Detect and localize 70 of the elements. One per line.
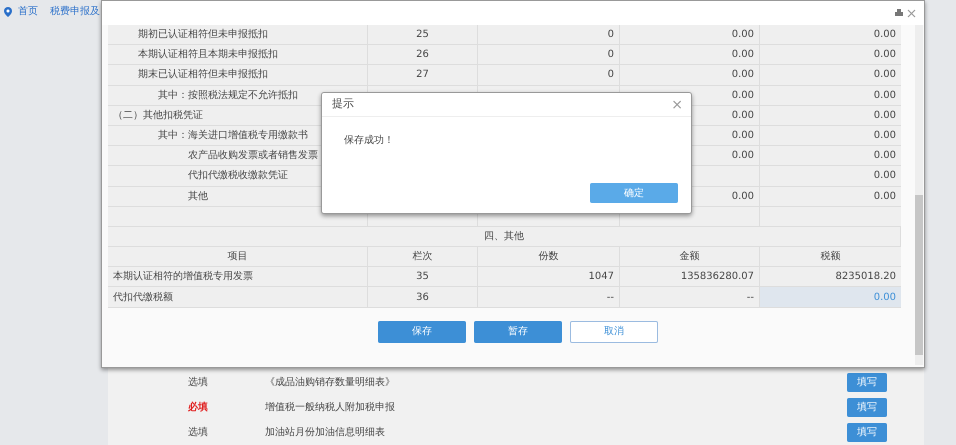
fill-button[interactable]: 填写 <box>847 398 887 417</box>
table-cell-text: 27 <box>416 68 429 82</box>
table-cell-text: 0.00 <box>874 149 896 164</box>
table-cell-text: 35 <box>416 270 429 284</box>
requirement-label: 必填 <box>187 400 209 415</box>
table-cell-text: 0.00 <box>732 68 754 82</box>
scrollbar[interactable] <box>915 25 923 365</box>
table-cell-text: 0.00 <box>732 48 754 62</box>
form-name: 增值税一般纳税人附加税申报 <box>265 400 396 415</box>
column-header: 栏次 <box>412 250 432 264</box>
table-cell-text: 0.00 <box>874 190 896 204</box>
table-cell-text: 1047 <box>588 270 614 284</box>
row-label: 代扣代缴税额 <box>113 290 173 305</box>
table-cell-text: 0.00 <box>874 169 896 184</box>
table-cell-text: 0.00 <box>732 88 754 103</box>
table-cell-text: 0.00 <box>732 108 754 123</box>
table-cell-text: 0.00 <box>732 28 754 42</box>
save-button[interactable]: 保存 <box>378 320 466 343</box>
table-cell-text: 0 <box>608 68 614 82</box>
location-icon <box>4 6 12 16</box>
table-cell-text: 0.00 <box>874 68 896 82</box>
table-cell-text: 0 <box>608 48 614 62</box>
column-header: 份数 <box>538 250 558 264</box>
column-header: 金额 <box>680 250 700 264</box>
table-cell-text: 135836280.07 <box>680 270 754 284</box>
confirm-button[interactable]: 确定 <box>590 183 678 203</box>
fill-button[interactable]: 填写 <box>847 373 887 392</box>
row-label: 其中：海关进口增值税专用缴款书 <box>158 128 308 144</box>
table-cell-text: 8235018.20 <box>836 270 896 284</box>
column-header: 税额 <box>820 250 840 264</box>
table-cell-text: 0.00 <box>732 190 754 204</box>
table-cell-text: 26 <box>416 48 429 62</box>
cancel-button[interactable]: 取消 <box>570 320 658 343</box>
close-icon[interactable] <box>907 8 916 18</box>
table-cell-text: 0.00 <box>732 149 754 164</box>
form-name: 《成品油购销存数量明细表》 <box>265 376 396 390</box>
requirement-label: 选填 <box>187 426 209 440</box>
table-cell-text: 0 <box>608 28 614 42</box>
row-label: 期初已认证相符但未申报抵扣 <box>138 28 268 42</box>
row-label: 代扣代缴税收缴款凭证 <box>188 168 288 184</box>
row-label: 期末已认证相符但未申报抵扣 <box>138 68 268 82</box>
table-cell-text: 25 <box>416 28 429 42</box>
row-label: 农产品收购发票或者销售发票 <box>188 148 318 164</box>
form-name: 加油站月份加油信息明细表 <box>265 426 386 440</box>
table-cell-text: -- <box>746 290 754 305</box>
table-cell-text: 0.00 <box>874 28 896 42</box>
breadcrumb-link[interactable]: 税费申报及 <box>50 4 100 19</box>
table-cell-text: 0.00 <box>732 129 754 144</box>
close-button[interactable]: × <box>671 98 683 112</box>
table-cell-text: 0.00 <box>874 48 896 62</box>
draft-button[interactable]: 暂存 <box>474 320 562 343</box>
dialog-title: 提示 <box>332 96 354 112</box>
section-title: 四、其他 <box>484 230 524 244</box>
table-cell-text: 0.00 <box>874 108 896 123</box>
table-cell-text: 0.00 <box>874 129 896 144</box>
row-label: 本期认证相符的增值税专用发票 <box>113 270 253 284</box>
tax-input[interactable]: 0.00 <box>760 287 901 307</box>
dialog-message: 保存成功！ <box>343 134 395 148</box>
breadcrumb-link[interactable]: 首页 <box>18 4 38 19</box>
table-cell-text: -- <box>606 290 614 305</box>
row-label: 其他 <box>188 190 208 204</box>
requirement-label: 选填 <box>187 376 209 390</box>
print-icon[interactable] <box>895 9 903 17</box>
table-cell-text: 36 <box>416 290 429 305</box>
column-header: 项目 <box>228 250 248 264</box>
row-label: 其中：按照税法规定不允许抵扣 <box>158 88 298 103</box>
row-label: （二）其他扣税凭证 <box>113 108 203 123</box>
table-cell-text: 0.00 <box>874 88 896 103</box>
row-label: 本期认证相符且本期未申报抵扣 <box>138 48 278 62</box>
fill-button[interactable]: 填写 <box>847 423 887 442</box>
